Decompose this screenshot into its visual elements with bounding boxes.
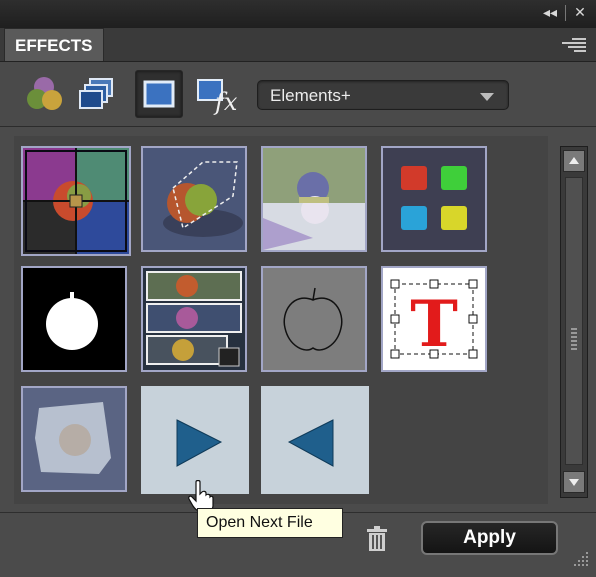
collapse-panel-button[interactable]: ◂◂	[540, 4, 560, 22]
panel-title-strip: ◂◂ ✕	[0, 0, 596, 29]
resize-grip-icon[interactable]	[570, 548, 590, 568]
category-value: Elements+	[270, 86, 351, 105]
tooltip: Open Next File	[197, 508, 343, 538]
scroll-up-button[interactable]	[563, 150, 585, 172]
scroll-grip[interactable]	[571, 328, 577, 352]
scroll-down-button[interactable]	[563, 471, 585, 493]
text-transform-effect[interactable]: T	[381, 266, 487, 372]
color-buttons-effect[interactable]	[381, 146, 487, 252]
panel-tab-bar: EFFECTS	[0, 28, 596, 62]
svg-text:fx: fx	[213, 88, 238, 116]
play-right-icon	[176, 419, 223, 467]
panel-menu-icon[interactable]	[562, 36, 586, 54]
play-left-icon	[287, 419, 334, 467]
arrow-up-icon	[569, 157, 579, 164]
layer-styles-icon[interactable]	[22, 70, 68, 116]
chevron-down-icon	[480, 93, 494, 101]
apply-button[interactable]: Apply	[421, 521, 558, 555]
trash-icon[interactable]	[366, 526, 388, 552]
stacked-photos-effect[interactable]	[141, 266, 247, 372]
apple-mask-silhouette-effect[interactable]	[21, 266, 127, 372]
filters-icon[interactable]	[135, 70, 183, 118]
vertical-scrollbar[interactable]	[560, 146, 588, 498]
apple-selection-effect[interactable]	[141, 146, 247, 252]
previous-file-arrow[interactable]	[261, 386, 369, 494]
all-effects-fx-icon[interactable]: fx	[193, 70, 239, 116]
effects-tab[interactable]: EFFECTS	[4, 28, 104, 61]
apple-outline-effect[interactable]	[261, 266, 367, 372]
arrow-down-icon	[569, 479, 579, 486]
scroll-track[interactable]	[565, 177, 583, 465]
effects-thumbnail-grid: T	[14, 136, 548, 504]
four-quadrant-color-effect[interactable]	[21, 146, 131, 256]
effects-category-select[interactable]: Elements+	[257, 80, 509, 110]
frosted-ice-effect[interactable]	[21, 386, 127, 492]
title-divider	[565, 5, 566, 21]
photo-effects-icon[interactable]	[74, 70, 120, 116]
close-panel-button[interactable]: ✕	[570, 4, 590, 22]
effects-panel: ◂◂ ✕ EFFECTS fx Elements+ T Apply Open N…	[0, 0, 596, 577]
reflection-effect[interactable]	[261, 146, 367, 252]
next-file-arrow[interactable]	[141, 386, 249, 494]
